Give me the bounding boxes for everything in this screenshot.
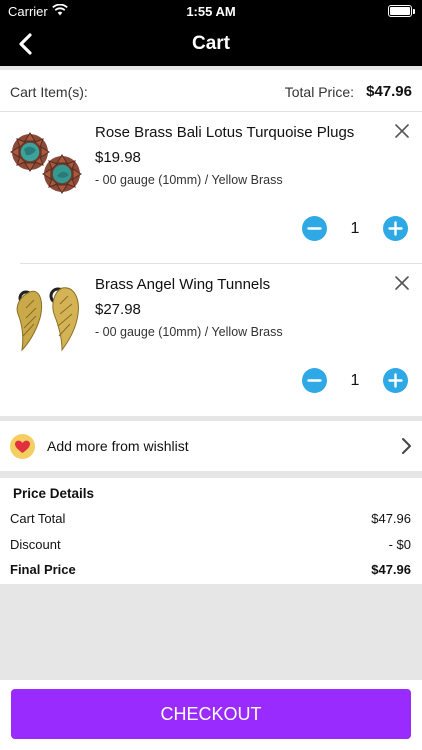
wishlist-label: Add more from wishlist: [47, 438, 189, 454]
product-image-angel-wing-tunnels[interactable]: [6, 274, 86, 354]
quantity-value: 1: [350, 220, 360, 237]
product-name[interactable]: Brass Angel Wing Tunnels: [95, 276, 270, 293]
product-name[interactable]: Rose Brass Bali Lotus Turquoise Plugs: [95, 124, 354, 141]
product-price: $19.98: [95, 149, 141, 166]
checkout-button[interactable]: CHECKOUT: [11, 689, 411, 739]
status-bar: Carrier 1:55 AM: [0, 0, 422, 22]
nav-bar: Cart: [0, 22, 422, 66]
cart-item: Rose Brass Bali Lotus Turquoise Plugs $1…: [0, 112, 422, 264]
page-title: Cart: [191, 33, 230, 54]
cart-total-value: $47.96: [371, 511, 411, 526]
remove-item-button[interactable]: [394, 123, 410, 139]
battery-icon: [388, 5, 415, 17]
increase-quantity-button[interactable]: [383, 368, 408, 393]
final-price-label: Final Price: [10, 562, 76, 577]
product-price: $27.98: [95, 301, 141, 318]
increase-quantity-button[interactable]: [383, 216, 408, 241]
cart-summary: Cart Item(s): Total Price: $47.96: [0, 70, 422, 112]
product-image-lotus-plugs[interactable]: [6, 122, 86, 202]
checkout-bar: CHECKOUT: [0, 680, 422, 750]
chevron-right-icon: [402, 438, 411, 454]
remove-item-button[interactable]: [394, 275, 410, 291]
decrease-quantity-button[interactable]: [302, 216, 327, 241]
cart-total-label: Cart Total: [10, 511, 66, 526]
add-from-wishlist-row[interactable]: Add more from wishlist: [0, 421, 422, 471]
status-time: 1:55 AM: [186, 4, 236, 19]
cart-items-label: Cart Item(s):: [10, 84, 88, 100]
price-details: Price Details Cart Total $47.96 Discount…: [0, 478, 422, 584]
cart-item: Brass Angel Wing Tunnels $27.98 - 00 gau…: [0, 264, 422, 416]
final-price-value: $47.96: [371, 562, 411, 577]
product-variant: - 00 gauge (10mm) / Yellow Brass: [95, 173, 283, 187]
heart-icon: [10, 434, 35, 459]
total-price-label: Total Price:: [284, 84, 354, 100]
close-icon: [395, 276, 409, 290]
plus-icon: [383, 368, 408, 393]
quantity-value: 1: [350, 372, 360, 389]
minus-icon: [302, 368, 327, 393]
plus-icon: [383, 216, 408, 241]
discount-value: - $0: [388, 537, 411, 552]
price-details-title: Price Details: [13, 486, 95, 501]
product-variant: - 00 gauge (10mm) / Yellow Brass: [95, 325, 283, 339]
discount-label: Discount: [10, 537, 61, 552]
decrease-quantity-button[interactable]: [302, 368, 327, 393]
minus-icon: [302, 216, 327, 241]
close-icon: [395, 124, 409, 138]
total-price-value: $47.96: [366, 83, 412, 100]
